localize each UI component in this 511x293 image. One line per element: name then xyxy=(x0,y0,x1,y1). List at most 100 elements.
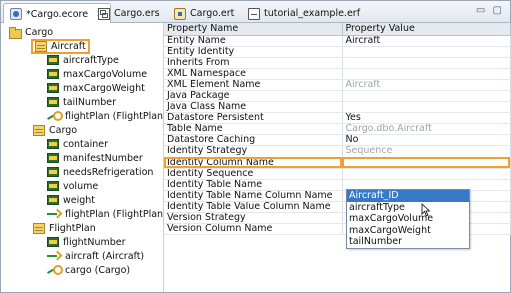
tree-item[interactable]: volume xyxy=(47,179,98,193)
tree-class-cargo[interactable]: Cargo xyxy=(33,123,77,137)
tree-item[interactable]: flightNumber xyxy=(47,235,126,249)
erf-file-icon xyxy=(248,7,260,20)
property-value-cell[interactable] xyxy=(342,101,511,114)
attribute-icon xyxy=(47,97,59,107)
tab-cargo-ers[interactable]: Cargo.ers xyxy=(91,3,167,23)
tree-item[interactable]: weight xyxy=(47,193,95,207)
tree-item[interactable]: container xyxy=(47,137,108,151)
tree-label: flightNumber xyxy=(63,236,126,248)
property-name-cell: Identity Table Value Column Name xyxy=(164,201,343,214)
ers-file-icon xyxy=(98,7,110,20)
property-value-cell[interactable]: Yes xyxy=(342,112,511,125)
selected-node-highlight: Aircraft xyxy=(31,38,90,54)
property-value-cell[interactable]: Sequence xyxy=(342,145,511,158)
property-name-cell: Java Class Name xyxy=(164,101,343,114)
property-name-cell: Identity Sequence xyxy=(164,168,343,180)
tree-label: needsRefrigeration xyxy=(63,166,154,178)
table-row[interactable]: Datastore Persistent Yes xyxy=(164,112,511,125)
tree-label: volume xyxy=(63,180,99,192)
tree-class-aircraft[interactable]: Aircraft xyxy=(31,38,90,54)
table-row[interactable]: Datastore Caching No xyxy=(164,134,511,147)
table-row[interactable]: Java Class Name xyxy=(164,101,511,114)
property-value-cell[interactable] xyxy=(342,68,511,80)
tree-item[interactable]: cargo (Cargo) xyxy=(47,263,130,277)
reference-icon xyxy=(47,111,63,121)
property-name-cell: Identity Table Name Column Name xyxy=(164,190,343,202)
tree-label: weight xyxy=(63,194,96,206)
table-row[interactable]: XML Element Name Aircraft xyxy=(164,79,511,91)
table-row[interactable]: Entity Name Aircraft xyxy=(164,35,511,47)
tab-tutorial-example-erf[interactable]: tutorial_example.erf xyxy=(241,3,367,23)
property-name-cell: Datastore Caching xyxy=(164,134,343,147)
property-value-cell[interactable] xyxy=(342,168,511,180)
dropdown-option[interactable]: maxCargoWeight xyxy=(347,225,469,237)
table-row[interactable]: Table Name Cargo.dbo.Aircraft xyxy=(164,123,511,136)
property-value-cell[interactable]: No xyxy=(342,134,511,147)
tree-item[interactable]: maxCargoWeight xyxy=(47,81,145,95)
attribute-icon xyxy=(47,195,59,205)
dropdown-option[interactable]: tailNumber xyxy=(347,236,469,248)
tree-label: flightPlan (FlightPlan) xyxy=(65,110,167,122)
tree-class-flightplan[interactable]: FlightPlan xyxy=(33,221,96,235)
tree-item[interactable]: flightPlan (FlightPlan) xyxy=(47,207,167,221)
table-row[interactable]: Entity Identity xyxy=(164,46,511,58)
tree-label: maxCargoWeight xyxy=(63,82,145,94)
dropdown-option[interactable]: Aircraft_ID xyxy=(347,190,469,202)
editor-tab-bar: *Cargo.ecore ✕ Cargo.ers Cargo.ert tutor… xyxy=(1,1,510,24)
tree-root-cargo[interactable]: Cargo xyxy=(9,25,53,39)
table-row[interactable]: Java Package xyxy=(164,90,511,103)
column-header-property-name[interactable]: Property Name xyxy=(164,23,343,36)
property-name-cell: Entity Name xyxy=(164,35,343,47)
property-name-cell: Java Package xyxy=(164,90,343,103)
tree-label: FlightPlan xyxy=(49,222,96,234)
table-row[interactable]: Inherits From xyxy=(164,57,511,69)
class-icon xyxy=(33,124,45,136)
tree-item[interactable]: flightPlan (FlightPlan) xyxy=(47,109,167,123)
attribute-icon xyxy=(47,69,59,79)
reference-arrow-icon xyxy=(47,209,61,219)
tab-label: *Cargo.ecore xyxy=(26,8,89,20)
class-icon xyxy=(33,222,45,234)
class-icon xyxy=(35,40,47,52)
property-value-cell[interactable] xyxy=(342,157,511,169)
property-value-cell[interactable] xyxy=(342,90,511,103)
attribute-icon xyxy=(47,153,59,163)
tree-label: Cargo xyxy=(49,124,78,136)
property-value-cell[interactable]: Aircraft xyxy=(342,79,511,91)
tree-label: maxCargoVolume xyxy=(63,68,148,80)
property-value-cell[interactable] xyxy=(342,57,511,69)
property-value-cell[interactable]: Cargo.dbo.Aircraft xyxy=(342,123,511,136)
tree-item[interactable]: aircraft (Aircraft) xyxy=(47,249,144,263)
attribute-icon xyxy=(47,83,59,93)
table-row[interactable]: XML Namespace xyxy=(164,68,511,80)
editor-window: *Cargo.ecore ✕ Cargo.ers Cargo.ert tutor… xyxy=(0,0,511,293)
column-header-property-value[interactable]: Property Value xyxy=(342,23,511,36)
tree-item[interactable]: aircraftType xyxy=(47,53,119,67)
mouse-cursor-icon xyxy=(421,203,431,217)
property-name-cell: Identity Table Name xyxy=(164,179,343,191)
table-row[interactable]: Identity Sequence xyxy=(164,168,511,180)
identity-column-dropdown[interactable]: Aircraft_ID aircraftType maxCargoVolume max… xyxy=(346,189,470,249)
property-name-cell: Entity Identity xyxy=(164,46,343,58)
property-value-cell[interactable]: Aircraft xyxy=(342,35,511,47)
table-row[interactable]: Identity Strategy Sequence xyxy=(164,145,511,158)
window-controls[interactable]: ▭ ▢ xyxy=(476,5,504,16)
table-row[interactable]: Identity Column Name xyxy=(164,157,511,169)
reference-icon xyxy=(47,265,63,275)
tab-label: Cargo.ers xyxy=(114,8,160,19)
ert-file-icon xyxy=(174,7,186,20)
attribute-icon xyxy=(47,139,59,149)
property-name-cell: Inherits From xyxy=(164,57,343,69)
tab-cargo-ert[interactable]: Cargo.ert xyxy=(167,3,241,23)
tree-item[interactable]: tailNumber xyxy=(47,95,116,109)
tree-item[interactable]: manifestNumber xyxy=(47,151,143,165)
property-value-cell[interactable] xyxy=(342,46,511,58)
tree-item[interactable]: needsRefrigeration xyxy=(47,165,153,179)
package-icon xyxy=(9,26,22,39)
model-tree: Cargo Aircraft aircraftType maxCargoVolu… xyxy=(1,23,167,292)
tree-item[interactable]: maxCargoVolume xyxy=(47,67,147,81)
dropdown-option[interactable]: maxCargoVolume xyxy=(347,213,469,225)
tree-label: Aircraft xyxy=(51,40,86,52)
tree-label: Cargo xyxy=(25,26,54,38)
dropdown-option[interactable]: aircraftType xyxy=(347,202,469,214)
